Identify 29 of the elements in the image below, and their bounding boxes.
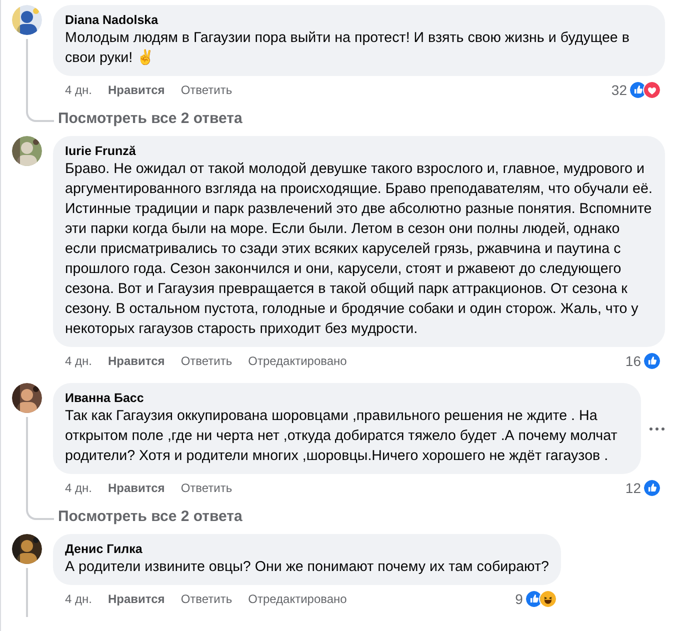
comment-time[interactable]: 4 дн. xyxy=(65,352,92,370)
comment-time[interactable]: 4 дн. xyxy=(65,81,92,99)
edited-label: Отредактировано xyxy=(248,353,347,370)
more-options-icon[interactable] xyxy=(649,426,665,430)
reply-link[interactable]: Ответить xyxy=(180,352,232,370)
edited-label: Отредактировано xyxy=(248,591,347,608)
reaction-count[interactable]: 32 xyxy=(611,80,627,100)
comment-time[interactable]: 4 дн. xyxy=(65,479,92,497)
comment-text: Так как Гагаузия оккупирована шоровцами ,правильного решения не ждите . На открытом поле ,где ни черта нет ,откуда добиратся тяжело будет .А почему молчат родители? Хотя и родители многих ,шоровцы.Ничего хорошего не ждёт гагаузов . xyxy=(65,407,618,466)
like-link[interactable]: Нравится xyxy=(108,352,165,370)
like-link[interactable]: Нравится xyxy=(108,81,165,99)
reply-link[interactable]: Ответить xyxy=(180,590,232,608)
author-name[interactable]: Diana Nadolska xyxy=(65,12,653,28)
reaction-count[interactable]: 12 xyxy=(625,478,641,498)
reply-link[interactable]: Ответить xyxy=(180,81,232,99)
comment-text: Молодым людям в Гагаузии пора выйти на протест! И взять свою жизнь и будущее в свои руки! ✌ xyxy=(65,29,630,68)
comment-time[interactable]: 4 дн. xyxy=(65,590,92,608)
view-replies-link[interactable]: Посмотреть все 2 ответа xyxy=(58,507,242,527)
comment-text: А родители извините овцы? Они же понимают почему их там собирают? xyxy=(65,558,549,577)
author-name[interactable]: Иванна Басс xyxy=(65,390,629,406)
reaction-count[interactable]: 16 xyxy=(625,350,641,372)
comment-text: Браво. Не ожидал от такой молодой девушке такого взрослого и, главное, мудрового и аргументированного взгляда на происходящие. Браво преподавателям, что обучали её. Истинные традиции и парк развлечений это две абсолютно разные понятия. Вспомните эти парки когда были на море. Если были. Летом в сезон они полны людей, однако если присматривались то сзади этих всяких каруселей грязь, ржавчина и паутина с прошлого года. Сезон закончился и они, карусели, стоят и ржавеют до следующего сезона. Вот и Гагаузия превращается в такой общий парк аттракционов. От сезона к сезону. В остальном пустота, голодные и бродячие собаки и один сторож. Жаль, что у некоторых гагаузов старость приходит без мудрости. xyxy=(65,160,653,339)
author-name[interactable]: Денис Гилка xyxy=(65,541,549,557)
like-link[interactable]: Нравится xyxy=(108,590,165,608)
view-replies-link[interactable]: Посмотреть все 2 ответа xyxy=(58,109,242,129)
reaction-count[interactable]: 9 xyxy=(515,588,523,610)
author-name[interactable]: Iurie Frunză xyxy=(65,143,653,159)
reply-link[interactable]: Ответить xyxy=(180,479,232,497)
like-link[interactable]: Нравится xyxy=(108,479,165,497)
